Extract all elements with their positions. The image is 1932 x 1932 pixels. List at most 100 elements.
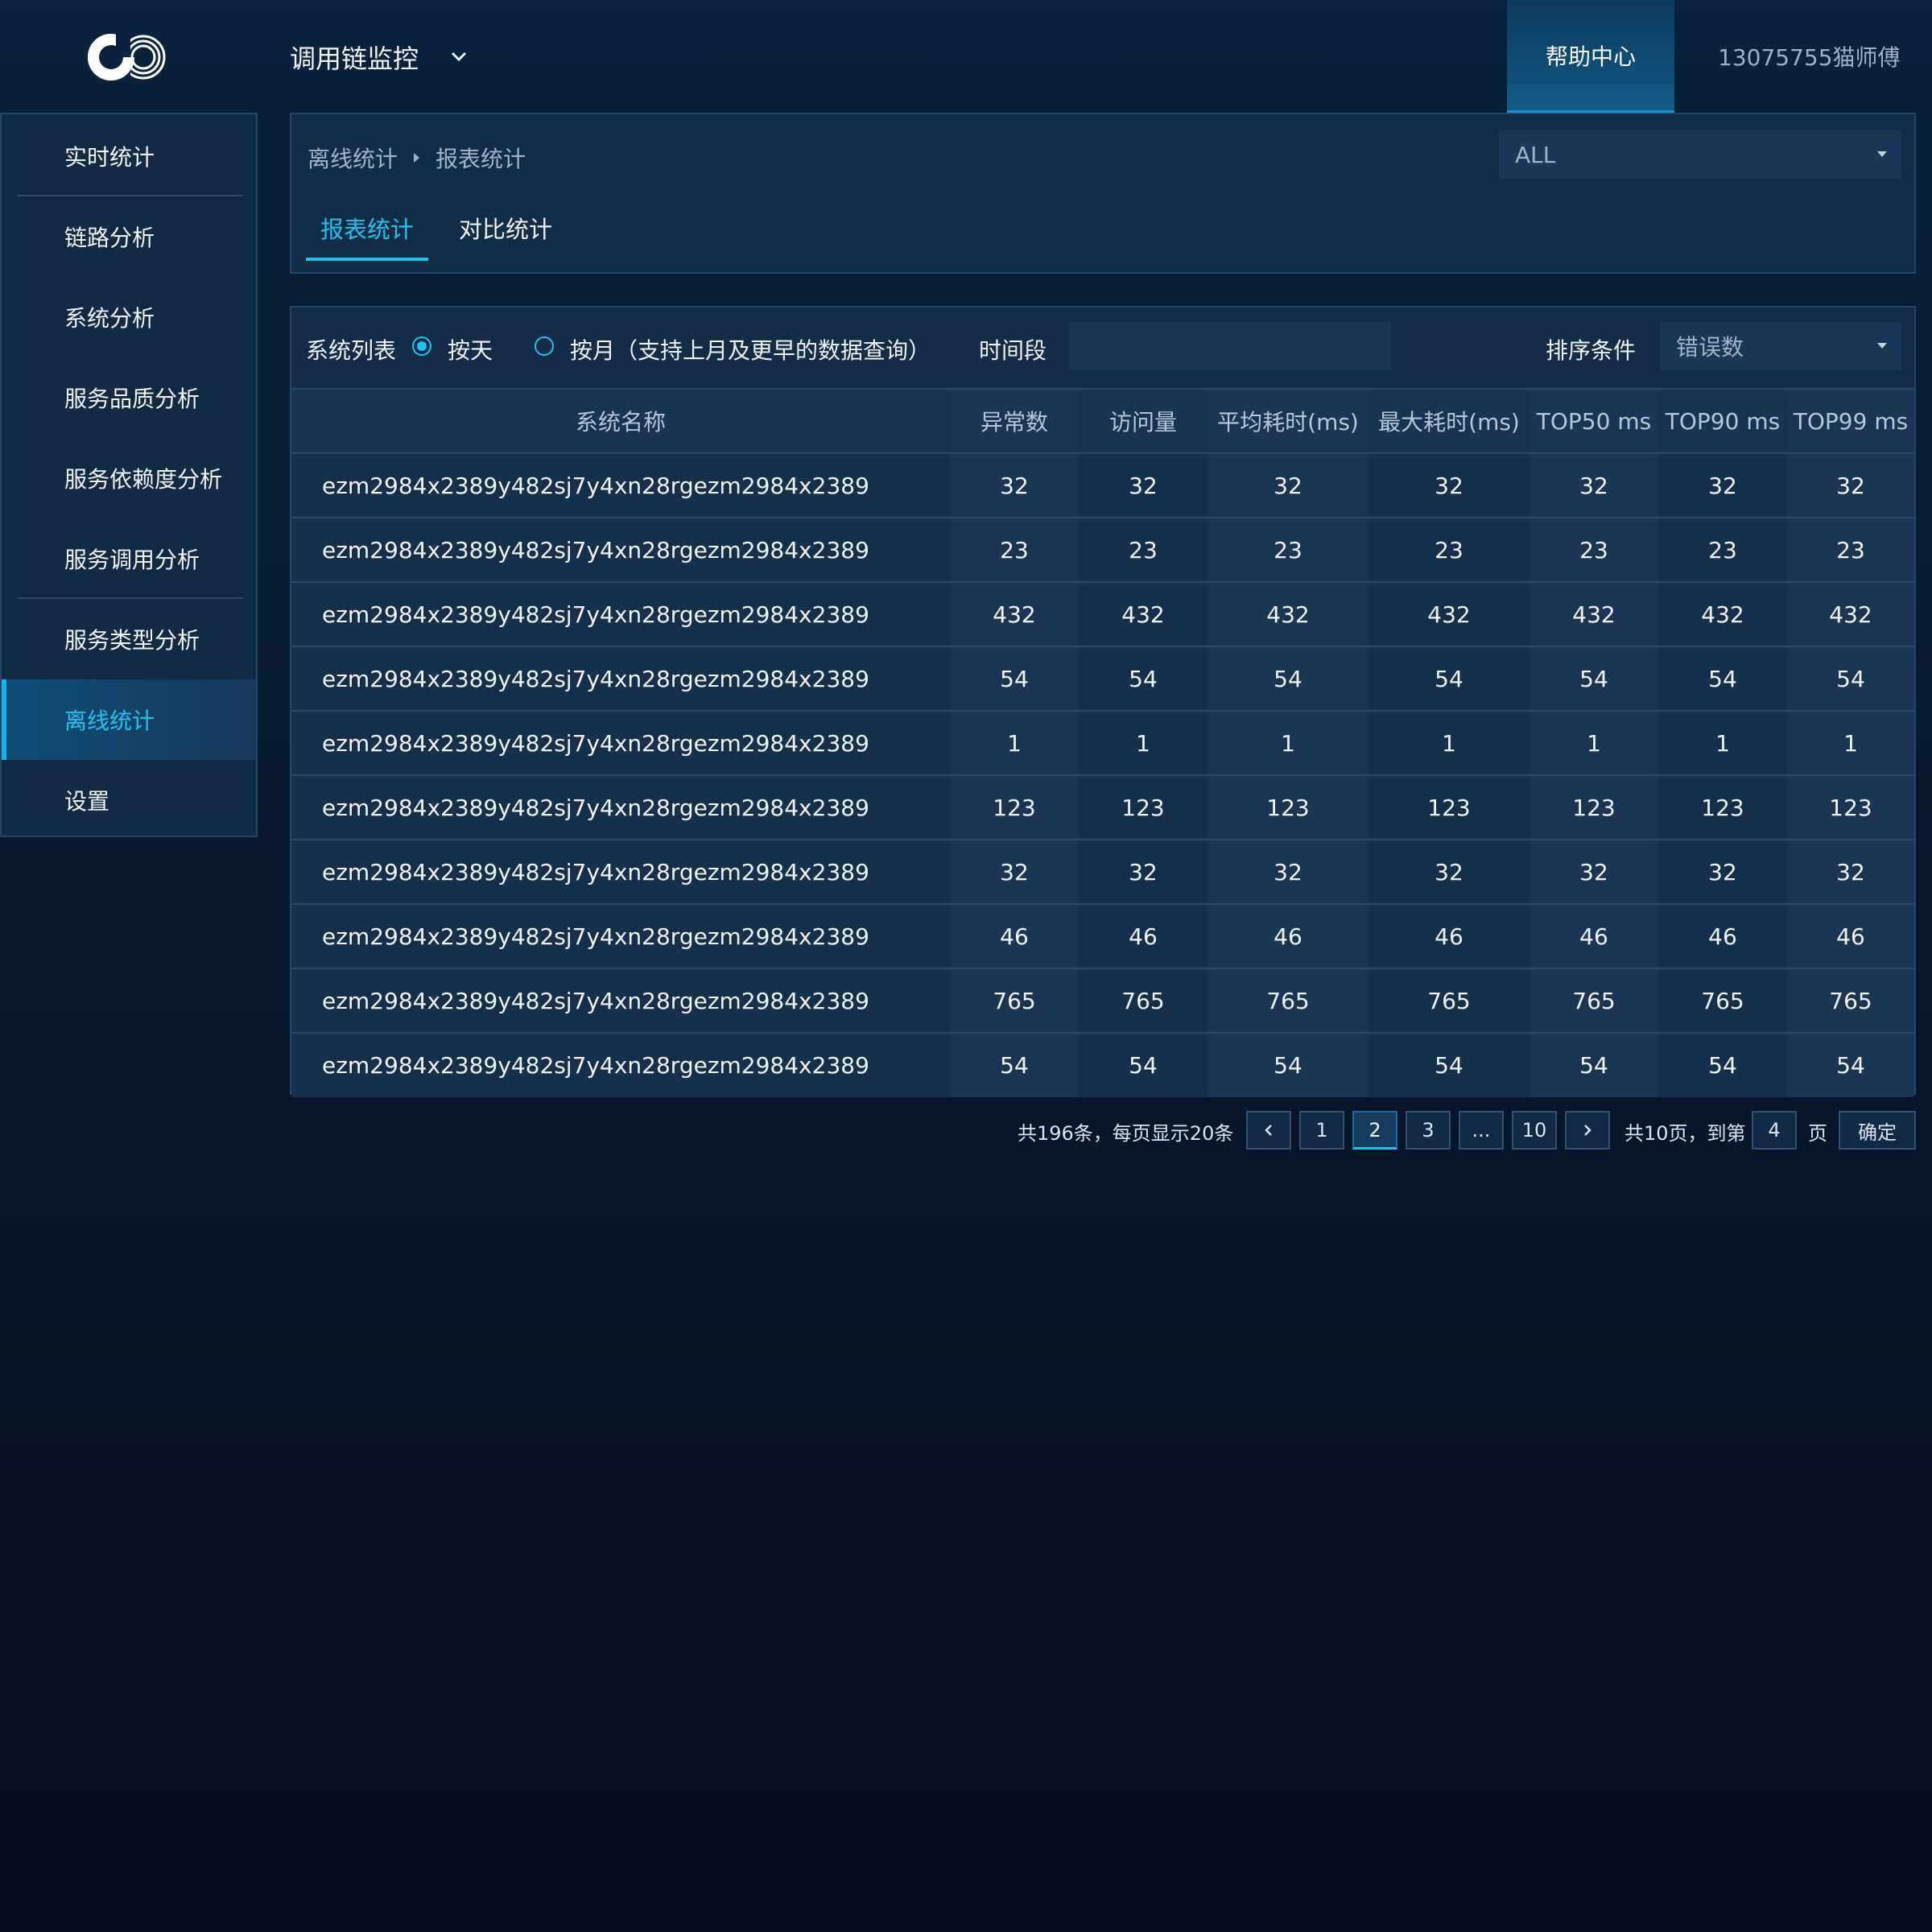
metric-cell: 32 xyxy=(950,452,1079,518)
column-header[interactable]: TOP50 ms xyxy=(1530,388,1658,453)
metric-cell: 123 xyxy=(1787,774,1914,840)
sidebar-item-service-quality[interactable]: 服务品质分析 xyxy=(2,357,256,438)
page-button-1[interactable]: 1 xyxy=(1299,1111,1344,1150)
metric-cell: 1 xyxy=(1208,710,1368,775)
metric-cell: 432 xyxy=(1368,581,1530,646)
column-header[interactable]: TOP99 ms xyxy=(1787,388,1914,453)
metric-cell: 32 xyxy=(1079,839,1208,904)
metric-cell: 32 xyxy=(1787,839,1914,904)
metric-cell: 54 xyxy=(1368,1032,1530,1097)
metric-cell: 123 xyxy=(1530,774,1658,840)
metric-cell: 765 xyxy=(950,968,1079,1033)
metric-cell: 1 xyxy=(950,710,1079,775)
sidebar-item-system-analysis[interactable]: 系统分析 xyxy=(2,277,256,357)
sidebar-item-realtime[interactable]: 实时统计 xyxy=(2,116,256,196)
metric-cell: 432 xyxy=(1658,581,1787,646)
table-row[interactable]: ezm2984x2389y482sj7y4xn28rgezm2984x2389 3… xyxy=(291,452,1914,518)
system-name-cell: ezm2984x2389y482sj7y4xn28rgezm2984x2389 xyxy=(291,710,950,775)
metric-cell: 1 xyxy=(1079,710,1208,775)
table-row[interactable]: ezm2984x2389y482sj7y4xn28rgezm2984x2389 5… xyxy=(291,646,1914,711)
breadcrumb: 离线统计 报表统计 xyxy=(308,142,526,174)
metric-cell: 54 xyxy=(1658,646,1787,711)
page-button-2[interactable]: 2 xyxy=(1352,1111,1397,1150)
table-row[interactable]: ezm2984x2389y482sj7y4xn28rgezm2984x2389 4… xyxy=(291,903,1914,968)
sidebar-item-service-type[interactable]: 服务类型分析 xyxy=(2,599,256,679)
table-row[interactable]: ezm2984x2389y482sj7y4xn28rgezm2984x2389 1… xyxy=(291,774,1914,840)
metric-cell: 23 xyxy=(1079,517,1208,582)
breadcrumb-item[interactable]: 离线统计 xyxy=(308,142,398,174)
metric-cell: 432 xyxy=(1208,581,1368,646)
column-header[interactable]: 平均耗时(ms) xyxy=(1208,388,1368,453)
user-account[interactable]: 13075755猫师傅 xyxy=(1718,40,1901,72)
column-header[interactable]: 异常数 xyxy=(950,388,1079,453)
next-page-button[interactable] xyxy=(1565,1111,1610,1150)
caret-right-icon xyxy=(414,153,420,163)
metric-cell: 54 xyxy=(1787,646,1914,711)
help-center-button[interactable]: 帮助中心 xyxy=(1507,0,1674,113)
top-bar: 调用链监控 帮助中心 13075755猫师傅 xyxy=(0,0,1932,113)
metric-cell: 46 xyxy=(1079,903,1208,968)
system-name-cell: ezm2984x2389y482sj7y4xn28rgezm2984x2389 xyxy=(291,581,950,646)
page-button-10[interactable]: 10 xyxy=(1512,1111,1557,1150)
metric-cell: 54 xyxy=(1079,646,1208,711)
sidebar-item-settings[interactable]: 设置 xyxy=(2,760,256,840)
metric-cell: 1 xyxy=(1658,710,1787,775)
column-header[interactable]: TOP90 ms xyxy=(1658,388,1787,453)
metric-cell: 432 xyxy=(1079,581,1208,646)
metric-cell: 32 xyxy=(1368,452,1530,518)
column-header[interactable]: 访问量 xyxy=(1079,388,1208,453)
scope-select-value: ALL xyxy=(1515,141,1556,168)
page-ellipsis[interactable]: ... xyxy=(1459,1111,1504,1150)
column-header[interactable]: 最大耗时(ms) xyxy=(1368,388,1530,453)
caret-down-icon xyxy=(1877,151,1887,157)
sidebar-item-link-analysis[interactable]: 链路分析 xyxy=(2,196,256,277)
column-header[interactable]: 系统名称 xyxy=(291,388,950,453)
total-pages-text: 共10页，到第 xyxy=(1624,1122,1746,1145)
by-month-radio[interactable] xyxy=(535,336,554,356)
metric-cell: 32 xyxy=(1658,839,1787,904)
metric-cell: 32 xyxy=(1530,839,1658,904)
metric-cell: 54 xyxy=(1208,1032,1368,1097)
pagination-summary: 共196条，每页显示20条 xyxy=(1018,1122,1234,1145)
metric-cell: 765 xyxy=(1368,968,1530,1033)
system-name-cell: ezm2984x2389y482sj7y4xn28rgezm2984x2389 xyxy=(291,646,950,711)
by-day-label[interactable]: 按天 xyxy=(448,333,493,365)
system-name-cell: ezm2984x2389y482sj7y4xn28rgezm2984x2389 xyxy=(291,517,950,582)
app-title[interactable]: 调用链监控 xyxy=(290,39,419,76)
metric-cell: 765 xyxy=(1079,968,1208,1033)
tab-compare-stats[interactable]: 对比统计 xyxy=(444,211,567,261)
table-row[interactable]: ezm2984x2389y482sj7y4xn28rgezm2984x2389 5… xyxy=(291,1032,1914,1097)
sidebar-item-offline-stats[interactable]: 离线统计 xyxy=(2,679,256,760)
sidebar-item-service-call[interactable]: 服务调用分析 xyxy=(2,518,256,599)
sidebar-item-service-dependency[interactable]: 服务依赖度分析 xyxy=(2,438,256,518)
metric-cell: 1 xyxy=(1368,710,1530,775)
table-row[interactable]: ezm2984x2389y482sj7y4xn28rgezm2984x2389 3… xyxy=(291,839,1914,904)
metric-cell: 32 xyxy=(1079,452,1208,518)
tab-report-stats[interactable]: 报表统计 xyxy=(306,211,428,261)
table-row[interactable]: ezm2984x2389y482sj7y4xn28rgezm2984x2389 2… xyxy=(291,517,1914,582)
metric-cell: 46 xyxy=(1787,903,1914,968)
page-button-3[interactable]: 3 xyxy=(1406,1111,1451,1150)
metric-cell: 23 xyxy=(1530,517,1658,582)
system-name-cell: ezm2984x2389y482sj7y4xn28rgezm2984x2389 xyxy=(291,968,950,1033)
chevron-down-icon[interactable] xyxy=(448,45,470,68)
metric-cell: 32 xyxy=(1658,452,1787,518)
sort-select[interactable]: 错误数 xyxy=(1660,322,1901,370)
prev-page-button[interactable] xyxy=(1246,1111,1291,1150)
by-month-label[interactable]: 按月（支持上月及更早的数据查询） xyxy=(570,333,931,365)
metric-cell: 54 xyxy=(950,646,1079,711)
table-row[interactable]: ezm2984x2389y482sj7y4xn28rgezm2984x2389 1… xyxy=(291,710,1914,775)
goto-page-input[interactable]: 4 xyxy=(1752,1111,1797,1150)
confirm-button[interactable]: 确定 xyxy=(1839,1111,1916,1150)
logo-icon xyxy=(88,34,166,80)
by-day-radio[interactable] xyxy=(412,336,431,356)
metric-cell: 32 xyxy=(1787,452,1914,518)
metric-cell: 54 xyxy=(1530,1032,1658,1097)
table-row[interactable]: ezm2984x2389y482sj7y4xn28rgezm2984x2389 4… xyxy=(291,581,1914,646)
scope-select[interactable]: ALL xyxy=(1499,130,1901,179)
table-row[interactable]: ezm2984x2389y482sj7y4xn28rgezm2984x2389 7… xyxy=(291,968,1914,1033)
sort-select-value: 错误数 xyxy=(1676,334,1744,361)
metric-cell: 46 xyxy=(1658,903,1787,968)
time-range-input[interactable] xyxy=(1069,322,1391,370)
metric-cell: 32 xyxy=(1530,452,1658,518)
